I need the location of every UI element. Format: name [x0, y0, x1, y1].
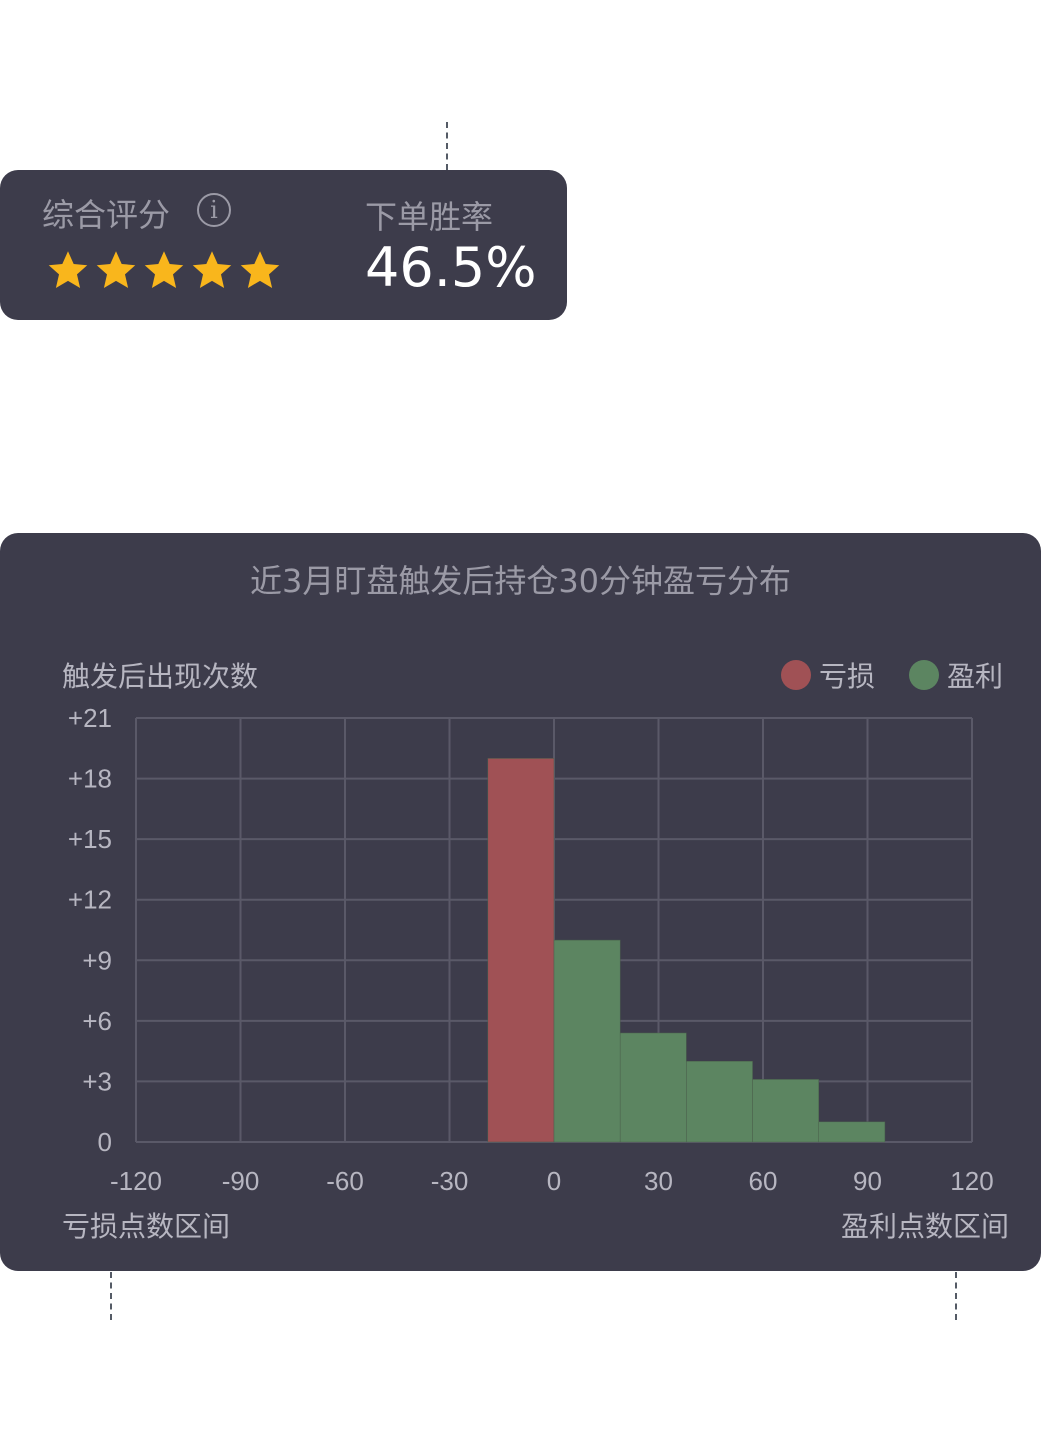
y-tick-label: +15 [68, 824, 112, 854]
y-tick-label: +21 [68, 703, 112, 733]
bar-profit [686, 1060, 753, 1143]
star-icon [240, 251, 280, 288]
x-tick-label: -60 [326, 1166, 364, 1196]
y-tick-label: +12 [68, 885, 112, 915]
y-tick-label: +3 [82, 1066, 112, 1096]
x-tick-label: -90 [222, 1166, 260, 1196]
x-tick-label: 60 [749, 1166, 778, 1196]
star-icon [144, 251, 184, 288]
star-icon [192, 251, 232, 288]
y-tick-label: +18 [68, 764, 112, 794]
bar-profit [752, 1079, 819, 1143]
overall-score-label: 综合评分 [42, 196, 171, 234]
x-axis-label-loss: 亏损点数区间 [62, 1210, 231, 1243]
info-icon-glyph: i [210, 196, 218, 224]
chart-plot: 0 +3 +6 +9 +12 +15 +18 +21 -120 -90 -60 -30 0 30 60 90 1… [68, 703, 994, 1196]
bar-profit [619, 1032, 687, 1143]
y-tick-label: 0 [98, 1127, 112, 1157]
connector-line-bottom-right [955, 1272, 957, 1320]
y-tick-label: +9 [82, 945, 112, 975]
x-axis-label-profit: 盈利点数区间 [840, 1210, 1009, 1243]
info-icon[interactable]: i [197, 193, 231, 227]
bar-profit [553, 939, 621, 1143]
winrate-value: 46.5% [365, 236, 537, 299]
star-icon [96, 251, 136, 288]
winrate-label: 下单胜率 [365, 198, 494, 236]
x-tick-label: 120 [950, 1166, 993, 1196]
x-tick-label: -30 [431, 1166, 469, 1196]
bar-loss [487, 758, 555, 1143]
x-tick-label: -120 [110, 1166, 162, 1196]
x-tick-label: 90 [853, 1166, 882, 1196]
connector-line-bottom-left [110, 1272, 112, 1320]
connector-line-top [446, 122, 448, 170]
star-rating [46, 248, 282, 292]
x-tick-label: 30 [644, 1166, 673, 1196]
x-tick-label: 0 [547, 1166, 561, 1196]
bar-profit [818, 1121, 886, 1143]
y-tick-label: +6 [82, 1006, 112, 1036]
star-icon [48, 251, 88, 288]
